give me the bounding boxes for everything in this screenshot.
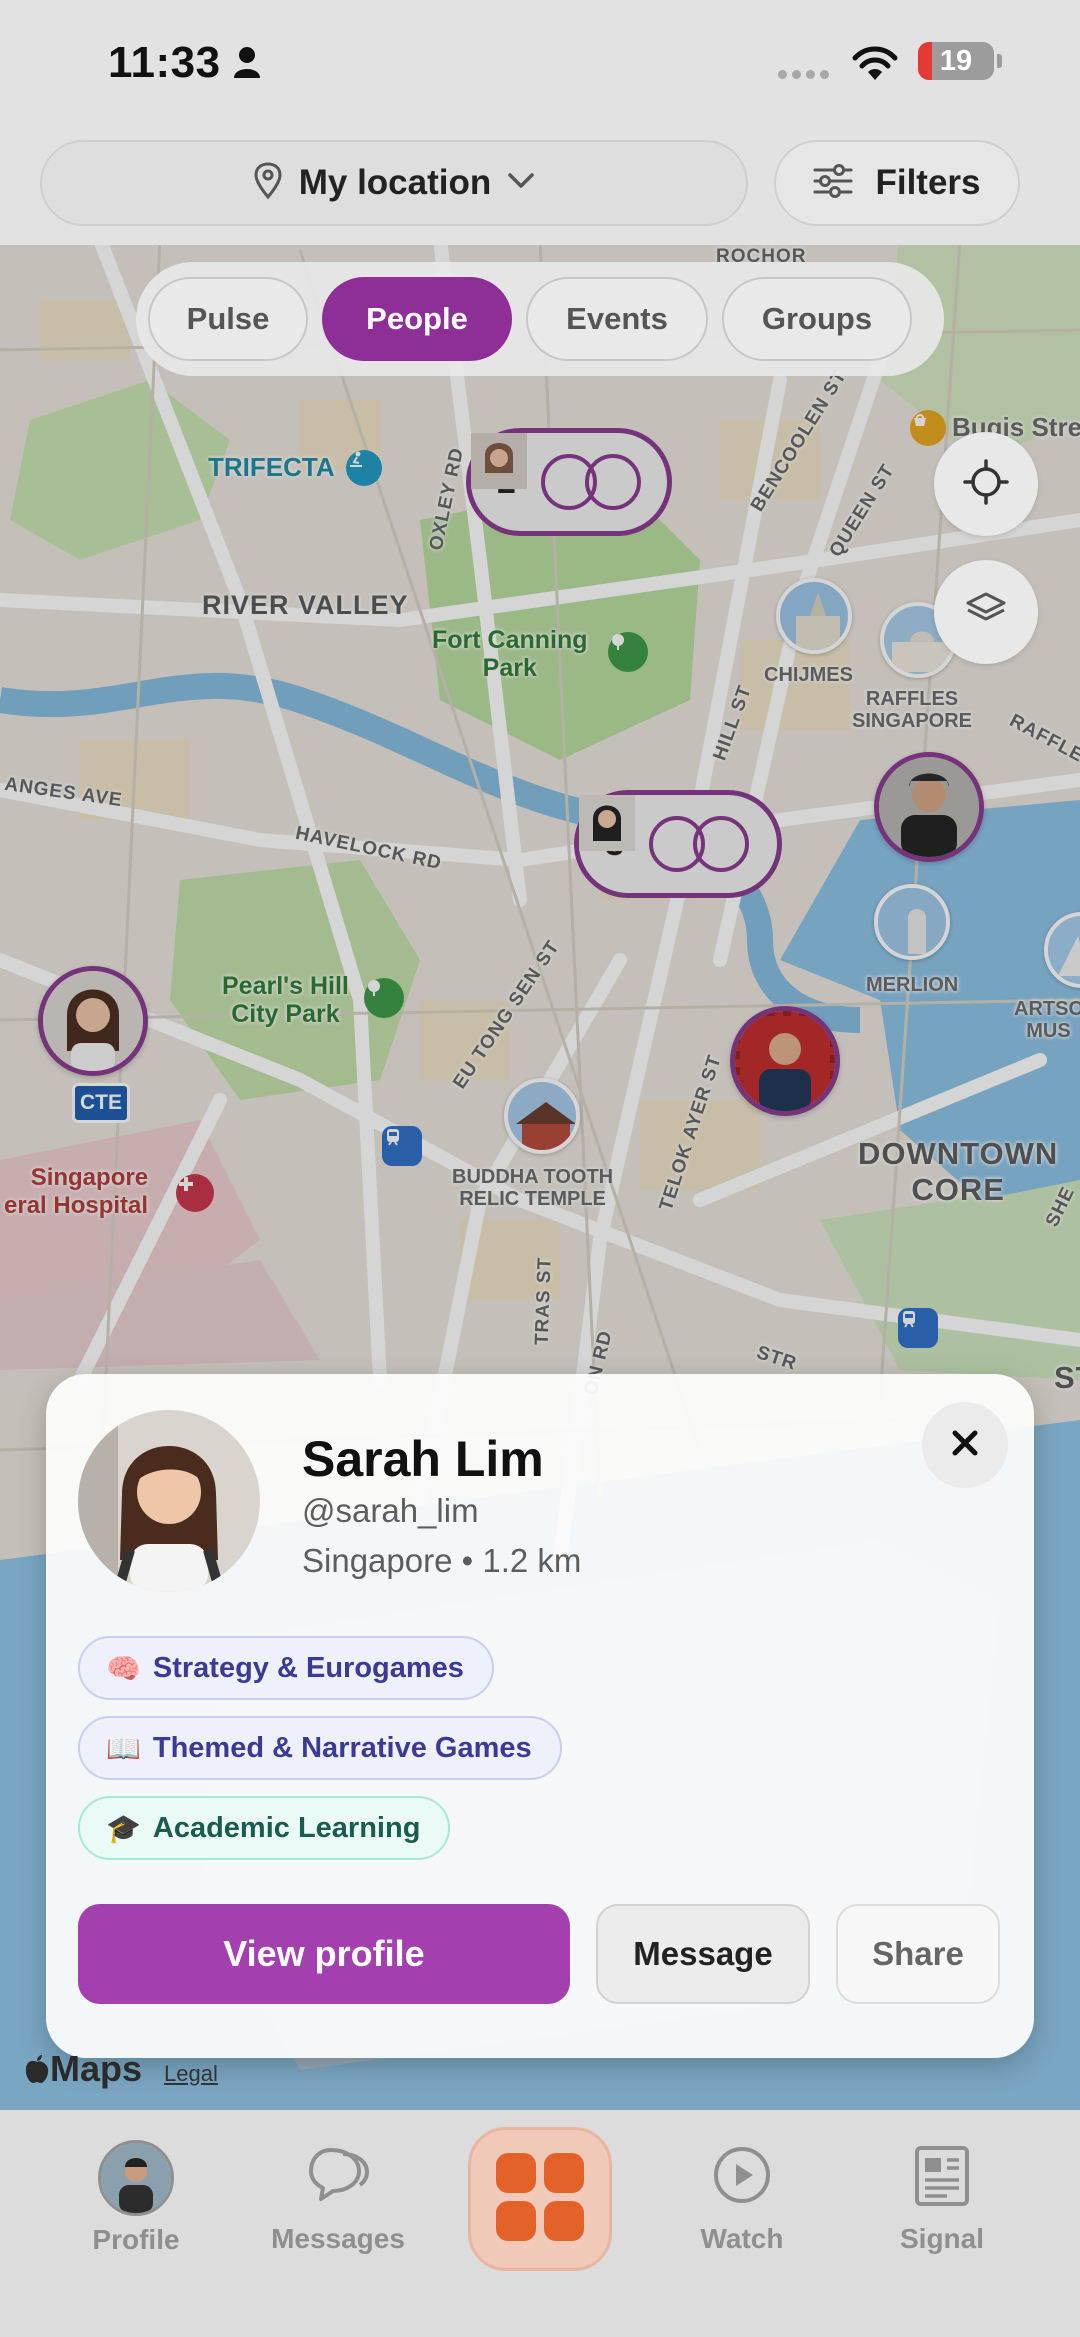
sliders-icon — [813, 163, 853, 203]
map-label-downtown: DOWNTOWN CORE — [858, 1136, 1059, 1207]
cluster-avatar — [579, 795, 749, 872]
map-label-tras: TRAS ST — [531, 1256, 556, 1346]
cellular-signal-icon — [778, 70, 829, 79]
filters-button[interactable]: Filters — [774, 140, 1020, 226]
hospital-icon — [176, 1174, 214, 1212]
map-label-river-valley: RIVER VALLEY — [202, 590, 409, 620]
map-label-fort-canning: Fort Canning Park — [432, 626, 588, 682]
map-label-artscience: ARTSC MUS — [1014, 998, 1080, 1042]
artscience-photo-marker[interactable] — [1044, 912, 1080, 988]
play-circle-icon — [707, 2140, 777, 2215]
crosshair-icon — [963, 458, 1009, 510]
battery-percent: 19 — [939, 45, 973, 77]
interest-chip[interactable]: 🧠 Strategy & Eurogames — [78, 1636, 494, 1700]
location-label: My location — [298, 163, 492, 202]
filters-label: Filters — [875, 163, 981, 202]
chevron-down-icon — [507, 172, 535, 195]
layers-icon — [964, 590, 1008, 635]
nav-label: Signal — [899, 2223, 984, 2254]
map-label-pearls-hill: Pearl's Hill City Park — [222, 972, 349, 1028]
avatar — [98, 2140, 174, 2216]
skate-park-icon — [346, 450, 382, 486]
train-station-icon — [898, 1308, 938, 1348]
map-label-raffles: RAFFLES SINGAPORE — [852, 688, 973, 732]
map-label-st: ST — [1054, 1360, 1080, 1395]
interest-chip[interactable]: 📖 Themed & Narrative Games — [78, 1716, 562, 1780]
map-label-hospital: Singapore eral Hospital — [4, 1164, 149, 1219]
buddha-temple-photo-marker[interactable] — [504, 1078, 580, 1154]
map-layers-button[interactable] — [934, 560, 1038, 664]
tab-pulse[interactable]: Pulse — [148, 277, 308, 361]
park-icon — [608, 632, 648, 672]
tab-people[interactable]: People — [322, 277, 512, 361]
legal-link[interactable]: Legal — [164, 2061, 218, 2087]
people-cluster-marker[interactable]: 3 — [574, 790, 782, 898]
expressway-badge-cte: CTE — [72, 1083, 130, 1123]
cluster-avatar — [471, 433, 641, 510]
tab-groups[interactable]: Groups — [722, 277, 912, 361]
share-button[interactable]: Share — [836, 1904, 1000, 2004]
book-icon: 📖 — [106, 1731, 141, 1765]
map-label-trifecta: TRIFECTA — [208, 452, 335, 482]
map-label-merlion: MERLION — [866, 974, 959, 996]
location-pin-icon — [253, 161, 283, 205]
wifi-icon — [850, 44, 900, 87]
map-label-buddha: BUDDHA TOOTH RELIC TEMPLE — [452, 1166, 614, 1210]
maps-brand-text: Maps — [50, 2048, 143, 2089]
bottom-navigation: Profile Messages Watch Signal — [0, 2110, 1080, 2337]
profile-name: Sarah Lim — [302, 1431, 544, 1487]
interest-label: Themed & Narrative Games — [152, 1731, 532, 1764]
recenter-button[interactable] — [934, 432, 1038, 536]
nav-home-grid[interactable] — [468, 2127, 612, 2271]
nav-profile[interactable]: Profile — [46, 2140, 226, 2256]
map-attribution: Maps Legal — [24, 2048, 218, 2090]
grid-icon — [494, 2151, 586, 2248]
category-tabs: Pulse People Events Groups — [136, 262, 944, 376]
close-icon — [951, 1429, 979, 1462]
status-time: 11:33 — [108, 38, 221, 87]
close-button[interactable] — [922, 1402, 1008, 1488]
nav-watch[interactable]: Watch — [652, 2140, 832, 2255]
map-label-chijmes: CHIJMES — [764, 664, 853, 686]
merlion-photo-marker[interactable] — [874, 884, 950, 960]
interest-label: Strategy & Eurogames — [152, 1651, 464, 1684]
person-map-marker[interactable] — [730, 1006, 840, 1116]
profile-location-distance: Singapore • 1.2 km — [302, 1542, 582, 1579]
nav-label: Profile — [92, 2224, 180, 2255]
tab-events[interactable]: Events — [526, 277, 708, 361]
battery-tip — [997, 54, 1002, 68]
profile-handle: @sarah_lim — [302, 1492, 479, 1529]
nav-label: Watch — [700, 2223, 784, 2254]
interest-chip[interactable]: 🎓 Academic Learning — [78, 1796, 451, 1860]
battery-icon: 19 — [918, 42, 994, 80]
message-button[interactable]: Message — [596, 1904, 810, 2004]
newspaper-icon — [907, 2140, 977, 2215]
interest-label: Academic Learning — [152, 1811, 421, 1844]
nav-label: Messages — [271, 2223, 405, 2254]
chijmes-photo-marker[interactable] — [776, 578, 852, 654]
nav-messages[interactable]: Messages — [248, 2140, 428, 2255]
nav-signal[interactable]: Signal — [852, 2140, 1032, 2255]
location-selector[interactable]: My location — [40, 140, 748, 226]
status-bar: 11:33 19 — [0, 0, 1080, 130]
park-icon — [364, 978, 404, 1018]
people-cluster-marker[interactable]: 2 — [466, 428, 672, 536]
graduation-cap-icon: 🎓 — [106, 1811, 141, 1845]
avatar[interactable] — [78, 1410, 260, 1592]
person-icon — [232, 46, 262, 83]
view-profile-button[interactable]: View profile — [78, 1904, 570, 2004]
person-map-marker[interactable] — [874, 752, 984, 862]
brain-icon: 🧠 — [106, 1651, 141, 1685]
shopping-icon — [910, 410, 946, 446]
person-map-marker[interactable] — [38, 966, 148, 1076]
apple-maps-logo: Maps — [24, 2048, 142, 2090]
profile-preview-card: Sarah Lim @sarah_lim Singapore • 1.2 km … — [46, 1374, 1034, 2058]
chat-bubbles-icon — [303, 2140, 373, 2215]
train-station-icon — [382, 1126, 422, 1166]
